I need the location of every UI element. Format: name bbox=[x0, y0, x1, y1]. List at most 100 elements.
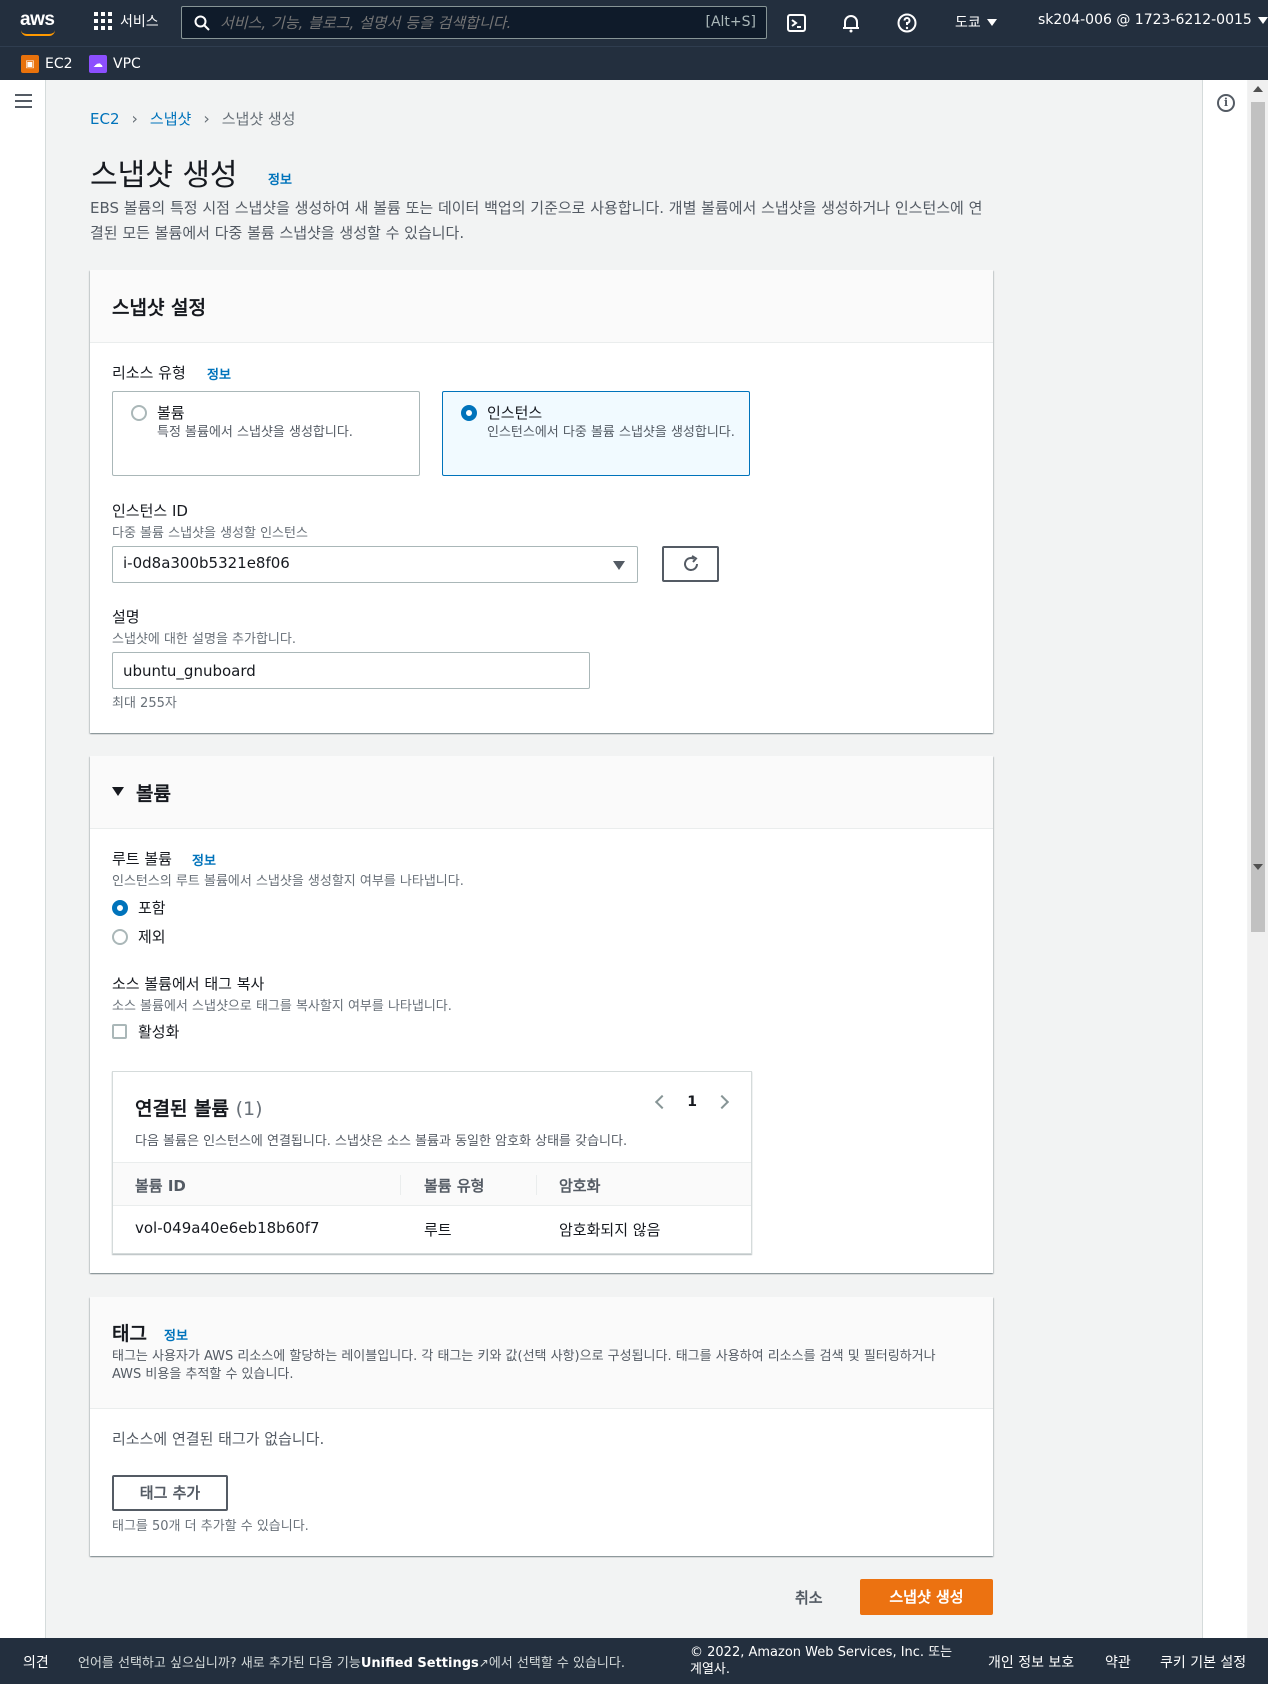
caret-down-icon bbox=[613, 561, 625, 570]
panel-header[interactable]: 볼륨 bbox=[90, 756, 993, 829]
language-notice-prefix: 언어를 선택하고 싶으십니까? 새로 추가된 다음 기능 bbox=[78, 1656, 361, 1671]
caret-down-icon bbox=[1257, 16, 1268, 24]
column-header-volume-type: 볼륨 유형 bbox=[424, 1177, 485, 1195]
radio-button[interactable] bbox=[131, 405, 147, 421]
page-scrollbar[interactable] bbox=[1248, 80, 1268, 1638]
page-title: 스냅샷 생성 bbox=[90, 158, 238, 193]
scroll-up-icon[interactable] bbox=[1253, 86, 1263, 92]
resource-type-info-link[interactable]: 정보 bbox=[207, 364, 231, 383]
add-tag-button[interactable]: 태그 추가 bbox=[112, 1475, 228, 1511]
chevron-right-icon: › bbox=[131, 109, 138, 128]
cancel-button[interactable]: 취소 bbox=[795, 1587, 823, 1608]
search-bar[interactable]: [Alt+S] bbox=[181, 6, 767, 39]
scroll-thumb[interactable] bbox=[1251, 102, 1265, 932]
external-link-icon: ↗ bbox=[478, 1656, 489, 1670]
info-icon[interactable]: i bbox=[1217, 94, 1235, 112]
chevron-right-icon: › bbox=[203, 109, 210, 128]
cloudshell-icon[interactable] bbox=[786, 12, 808, 34]
scroll-down-icon[interactable] bbox=[1253, 864, 1263, 870]
account-label: sk204-006 @ 1723-6212-0015 bbox=[1038, 12, 1252, 28]
ec2-icon: ▣ bbox=[21, 55, 39, 73]
favorite-vpc[interactable]: ☁ VPC bbox=[89, 55, 141, 73]
root-volume-label: 루트 볼륨 bbox=[112, 850, 172, 868]
region-label: 도쿄 bbox=[955, 15, 981, 31]
root-include-radio[interactable] bbox=[112, 900, 128, 916]
favorite-ec2[interactable]: ▣ EC2 bbox=[21, 55, 73, 73]
page-info-link[interactable]: 정보 bbox=[268, 169, 292, 188]
panel-title: 태그 bbox=[112, 1323, 147, 1345]
page-number[interactable]: 1 bbox=[687, 1094, 697, 1110]
cell-volume-type: 루트 bbox=[424, 1221, 452, 1239]
breadcrumb-snapshots[interactable]: 스냅샷 bbox=[150, 108, 191, 129]
caret-down-icon bbox=[112, 787, 124, 796]
chevron-left-icon[interactable] bbox=[655, 1094, 670, 1110]
description-input[interactable] bbox=[112, 652, 590, 689]
panel-header: 태그 정보 태그는 사용자가 AWS 리소스에 할당하는 레이블입니다. 각 태… bbox=[90, 1297, 993, 1409]
instance-id-description: 다중 볼륨 스냅샷을 생성할 인스턴스 bbox=[112, 526, 308, 541]
create-snapshot-button[interactable]: 스냅샷 생성 bbox=[860, 1579, 993, 1615]
tags-limit-hint: 태그를 50개 더 추가할 수 있습니다. bbox=[112, 1519, 309, 1534]
grid-icon bbox=[94, 12, 112, 30]
root-exclude-label: 제외 bbox=[138, 928, 166, 946]
notification-bell-icon[interactable] bbox=[840, 12, 862, 34]
attached-volumes-table: 연결된 볼륨 (1) 1 다음 볼륨은 인스턴스에 연결됩니다. 스냅샷은 소스… bbox=[112, 1071, 752, 1254]
breadcrumb-current: 스냅샷 생성 bbox=[221, 110, 296, 128]
breadcrumb-ec2[interactable]: EC2 bbox=[90, 110, 120, 128]
instance-id-label: 인스턴스 ID bbox=[112, 502, 188, 520]
instance-id-value: i-0d8a300b5321e8f06 bbox=[123, 554, 290, 572]
root-volume-description: 인스턴스의 루트 볼륨에서 스냅샷을 생성할지 여부를 나타냅니다. bbox=[112, 874, 464, 889]
panel-title: 스냅샷 설정 bbox=[112, 297, 207, 319]
help-icon[interactable] bbox=[896, 12, 918, 34]
terms-link[interactable]: 약관 bbox=[1105, 1652, 1131, 1672]
copy-tags-checkbox[interactable] bbox=[112, 1024, 127, 1039]
copy-tags-description: 소스 볼륨에서 스냅샷으로 태그를 복사할지 여부를 나타냅니다. bbox=[112, 999, 452, 1014]
root-include-label: 포함 bbox=[138, 899, 166, 917]
breadcrumb: EC2 › 스냅샷 › 스냅샷 생성 bbox=[90, 108, 296, 129]
column-header-volume-id: 볼륨 ID bbox=[135, 1177, 186, 1195]
description-label: 설명 bbox=[112, 608, 140, 626]
copy-tags-label: 소스 볼륨에서 태그 복사 bbox=[112, 975, 265, 993]
language-notice: 언어를 선택하고 싶으십니까? 새로 추가된 다음 기능Unified Sett… bbox=[78, 1652, 625, 1671]
services-menu-button[interactable]: 서비스 bbox=[94, 11, 159, 31]
caret-down-icon bbox=[986, 18, 997, 26]
tags-description: 태그는 사용자가 AWS 리소스에 할당하는 레이블입니다. 각 태그는 키와 … bbox=[112, 1349, 936, 1382]
search-input[interactable] bbox=[220, 13, 690, 32]
refresh-button[interactable] bbox=[662, 546, 719, 582]
privacy-link[interactable]: 개인 정보 보호 bbox=[988, 1652, 1074, 1672]
region-selector[interactable]: 도쿄 bbox=[955, 12, 997, 32]
aws-logo-text: aws bbox=[20, 9, 55, 30]
resource-type-instance-tile[interactable]: 인스턴스 인스턴스에서 다중 볼륨 스냅샷을 생성합니다. bbox=[442, 391, 750, 476]
table-header: 볼륨 ID 볼륨 유형 암호화 bbox=[113, 1162, 751, 1206]
side-navigation-rail bbox=[0, 80, 46, 1638]
snapshot-settings-panel: 스냅샷 설정 리소스 유형 정보 볼륨 특정 볼륨에서 스냅샷을 생성합니다. … bbox=[90, 270, 993, 733]
radio-button-selected[interactable] bbox=[461, 405, 477, 421]
panel-title: 볼륨 bbox=[136, 783, 171, 805]
resource-type-volume-tile[interactable]: 볼륨 특정 볼륨에서 스냅샷을 생성합니다. bbox=[112, 391, 420, 476]
chevron-right-icon[interactable] bbox=[714, 1094, 730, 1110]
panel-header: 스냅샷 설정 bbox=[90, 270, 993, 343]
account-menu[interactable]: sk204-006 @ 1723-6212-0015 bbox=[1038, 12, 1268, 28]
root-exclude-radio[interactable] bbox=[112, 929, 128, 945]
table-description: 다음 볼륨은 인스턴스에 연결됩니다. 스냅샷은 소스 볼륨과 동일한 암호화 … bbox=[135, 1134, 628, 1149]
cookie-preferences-link[interactable]: 쿠키 기본 설정 bbox=[1160, 1652, 1246, 1672]
unified-settings-link[interactable]: Unified Settings bbox=[361, 1656, 479, 1671]
no-tags-message: 리소스에 연결된 태그가 없습니다. bbox=[112, 1430, 325, 1448]
description-hint: 스냅샷에 대한 설명을 추가합니다. bbox=[112, 632, 296, 647]
page-description: EBS 볼륨의 특정 시점 스냅샷을 생성하여 새 볼륨 또는 데이터 백업의 … bbox=[90, 199, 983, 242]
aws-smile-icon bbox=[21, 30, 55, 36]
cell-encryption: 암호화되지 않음 bbox=[559, 1221, 661, 1239]
column-divider bbox=[400, 1175, 401, 1195]
tags-info-link[interactable]: 정보 bbox=[164, 1325, 188, 1344]
menu-icon[interactable] bbox=[15, 94, 32, 108]
table-count: (1) bbox=[235, 1098, 263, 1120]
aws-logo[interactable]: aws bbox=[20, 9, 58, 37]
feedback-link[interactable]: 의견 bbox=[23, 1652, 49, 1672]
copyright: © 2022, Amazon Web Services, Inc. 또는 계열사… bbox=[690, 1645, 953, 1677]
tags-panel: 태그 정보 태그는 사용자가 AWS 리소스에 할당하는 레이블입니다. 각 태… bbox=[90, 1297, 993, 1556]
cell-volume-id: vol-049a40e6eb18b60f7 bbox=[135, 1219, 320, 1237]
root-volume-info-link[interactable]: 정보 bbox=[192, 850, 216, 869]
description-constraint: 최대 255자 bbox=[112, 696, 177, 711]
language-notice-suffix: 에서 선택할 수 있습니다. bbox=[488, 1656, 625, 1671]
instance-id-select[interactable]: i-0d8a300b5321e8f06 bbox=[112, 546, 638, 583]
refresh-icon bbox=[684, 555, 698, 571]
